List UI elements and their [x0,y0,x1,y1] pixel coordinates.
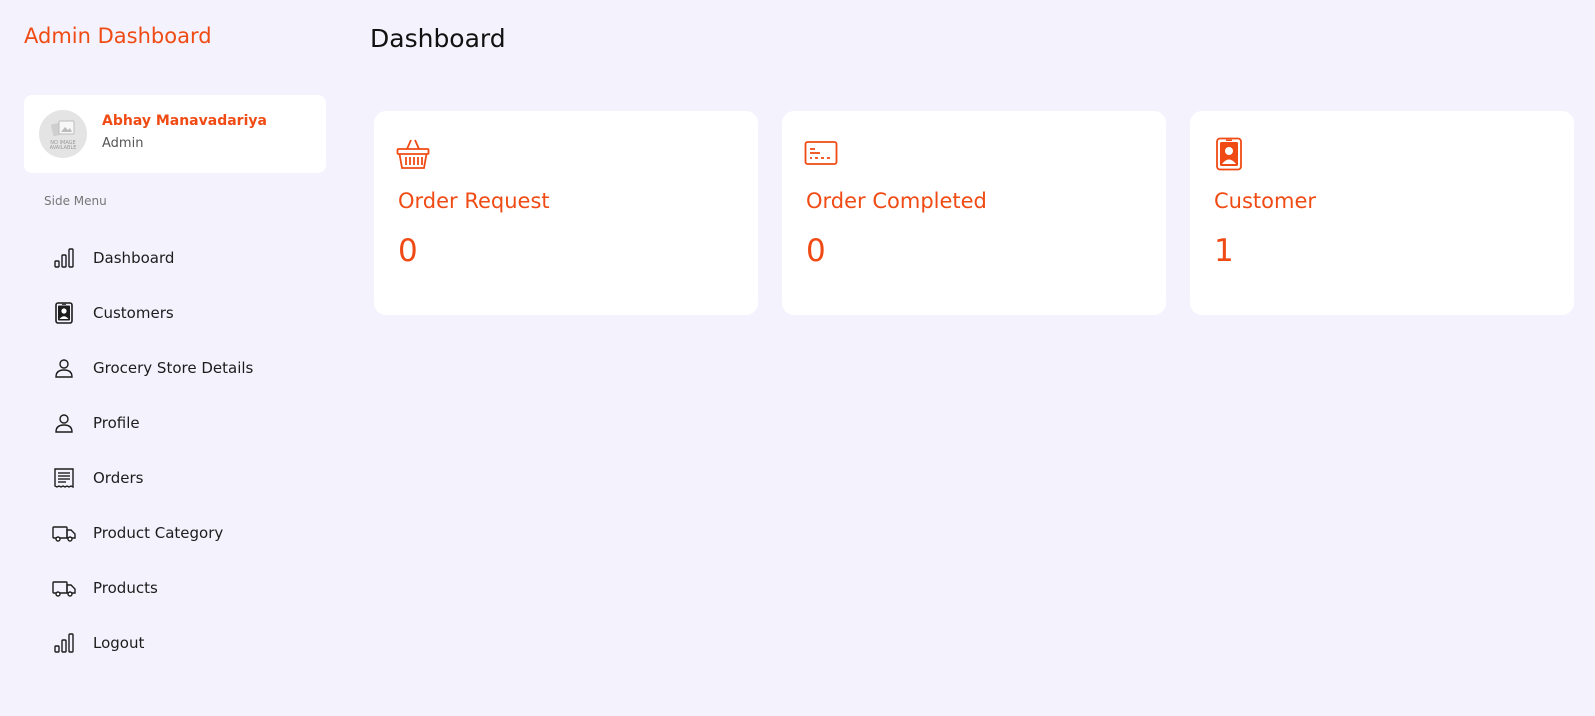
sidebar-item-products[interactable]: Products [44,560,324,615]
card-value: 0 [398,233,418,269]
truck-icon [52,521,76,545]
card-title: Customer [1214,189,1317,213]
side-menu: Dashboard Customers Grocery Store Detail… [44,230,324,670]
user-role: Admin [102,136,144,151]
user-icon [52,411,76,435]
sidebar-item-customers[interactable]: Customers [44,285,324,340]
sidebar-item-label: Product Category [93,523,224,542]
sidebar-item-logout[interactable]: Logout [44,615,324,670]
bar-chart-icon [52,246,76,270]
id-badge-icon [1212,137,1246,171]
sidebar-item-label: Logout [93,633,145,652]
sidebar-item-label: Products [93,578,158,597]
bar-chart-icon [52,631,76,655]
user-card: NO IMAGE AVAILABLE Abhay Manavadariya Ad… [24,95,326,173]
customer-card[interactable]: Customer 1 [1190,111,1574,315]
card-value: 0 [806,233,826,269]
truck-icon [52,576,76,600]
avatar-placeholder-text: NO IMAGE AVAILABLE [49,140,77,151]
user-icon [52,356,76,380]
user-name: Abhay Manavadariya [102,113,267,129]
sidebar-item-label: Customers [93,303,174,322]
receipt-icon [52,466,76,490]
card-value: 1 [1214,233,1234,269]
main-content: Dashboard Order Request 0 Order Complete… [340,0,1595,716]
sidebar-item-dashboard[interactable]: Dashboard [44,230,324,285]
sidebar-item-label: Orders [93,468,144,487]
credit-card-icon [804,137,838,171]
stat-cards: Order Request 0 Order Completed 0 Custom… [374,111,1574,315]
page-title: Dashboard [370,24,506,53]
sidebar-item-label: Dashboard [93,248,175,267]
sidebar: Admin Dashboard NO IMAGE AVAILABLE Abhay… [0,0,340,716]
basket-icon [396,137,430,171]
sidebar-item-grocery-store-details[interactable]: Grocery Store Details [44,340,324,395]
brand-title[interactable]: Admin Dashboard [24,24,212,48]
card-title: Order Request [398,189,550,213]
order-request-card[interactable]: Order Request 0 [374,111,758,315]
side-menu-heading: Side Menu [44,194,107,208]
order-completed-card[interactable]: Order Completed 0 [782,111,1166,315]
avatar: NO IMAGE AVAILABLE [39,110,87,158]
sidebar-item-product-category[interactable]: Product Category [44,505,324,560]
sidebar-item-label: Profile [93,413,140,432]
sidebar-item-label: Grocery Store Details [93,358,254,377]
sidebar-item-profile[interactable]: Profile [44,395,324,450]
id-badge-icon [52,301,76,325]
sidebar-item-orders[interactable]: Orders [44,450,324,505]
card-title: Order Completed [806,189,987,213]
